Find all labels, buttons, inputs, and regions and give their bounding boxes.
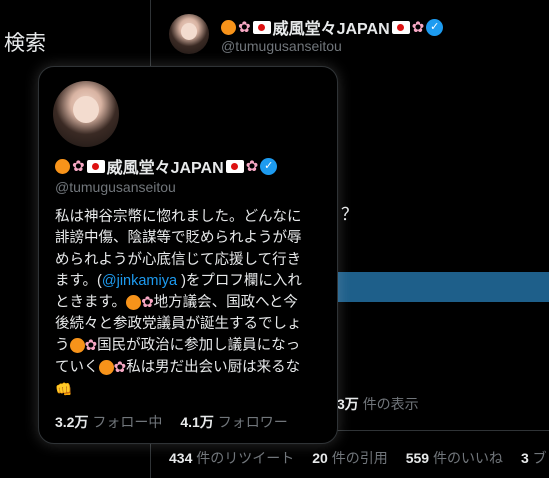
views-label: 件の表示 (362, 396, 419, 412)
cherry-blossom-icon: ✿ (141, 294, 154, 312)
likes-stat[interactable]: 559 件のいいね (406, 448, 503, 468)
mention-link[interactable]: @jinkamiya (102, 273, 177, 289)
card-name-text: 威風堂々JAPAN (106, 160, 224, 177)
profile-hover-card: ✿ 威風堂々JAPAN ✿ ✓ @tumugusanseitou 私は神谷宗幣に… (38, 66, 338, 444)
orange-circle-icon (55, 158, 70, 174)
japan-flag-icon (86, 159, 105, 173)
cherry-blossom-icon: ✿ (238, 19, 251, 36)
orange-circle-icon (98, 360, 114, 376)
author-name[interactable]: ✿ 威風堂々JAPAN ✿ ✓ (221, 15, 444, 39)
card-bio: 私は神谷宗幣に惚れました。どんなに 誹謗中傷、陰謀等で貶められようが辱 められよ… (55, 207, 331, 401)
orange-circle-icon (221, 19, 236, 35)
card-follow-stats: 3.2万 フォロー中 4.1万 フォロワー (55, 412, 288, 432)
search-nav-label[interactable]: 検索 (4, 27, 46, 57)
bookmarks-stat[interactable]: 3 ブ (521, 448, 547, 468)
quotes-stat[interactable]: 20 件の引用 (312, 448, 387, 468)
orange-circle-icon (126, 295, 142, 311)
tweet-text-fragment: ？ (341, 205, 358, 224)
japan-flag-icon (225, 159, 244, 173)
cherry-blossom-icon: ✿ (84, 337, 98, 355)
card-handle[interactable]: @tumugusanseitou (55, 179, 176, 195)
card-avatar[interactable] (53, 81, 119, 147)
engagement-stats: 434 件のリツイート 20 件の引用 559 件のいいね 3 ブ (169, 448, 547, 468)
orange-circle-icon (69, 338, 85, 354)
author-handle[interactable]: @tumugusanseitou (221, 38, 342, 54)
cherry-blossom-icon: ✿ (113, 359, 127, 377)
cherry-blossom-icon: ✿ (411, 19, 425, 36)
view-count[interactable]: 3万 件の表示 (337, 394, 419, 414)
verified-badge-icon: ✓ (260, 157, 278, 175)
cherry-blossom-icon: ✿ (72, 158, 85, 175)
author-avatar[interactable] (169, 14, 209, 54)
cherry-blossom-icon: ✿ (245, 158, 259, 175)
japan-flag-icon (391, 20, 410, 34)
japan-flag-icon (252, 20, 271, 34)
views-count: 3万 (337, 396, 359, 412)
author-name-text: 威風堂々JAPAN (272, 21, 390, 38)
tweet-media-strip[interactable] (337, 272, 549, 302)
fist-icon: 👊 (55, 380, 73, 397)
following-link[interactable]: 3.2万 フォロー中 (55, 412, 162, 432)
verified-badge-icon: ✓ (426, 18, 444, 36)
retweets-stat[interactable]: 434 件のリツイート (169, 448, 294, 468)
followers-link[interactable]: 4.1万 フォロワー (180, 412, 287, 432)
card-display-name[interactable]: ✿ 威風堂々JAPAN ✿ ✓ (55, 154, 278, 178)
